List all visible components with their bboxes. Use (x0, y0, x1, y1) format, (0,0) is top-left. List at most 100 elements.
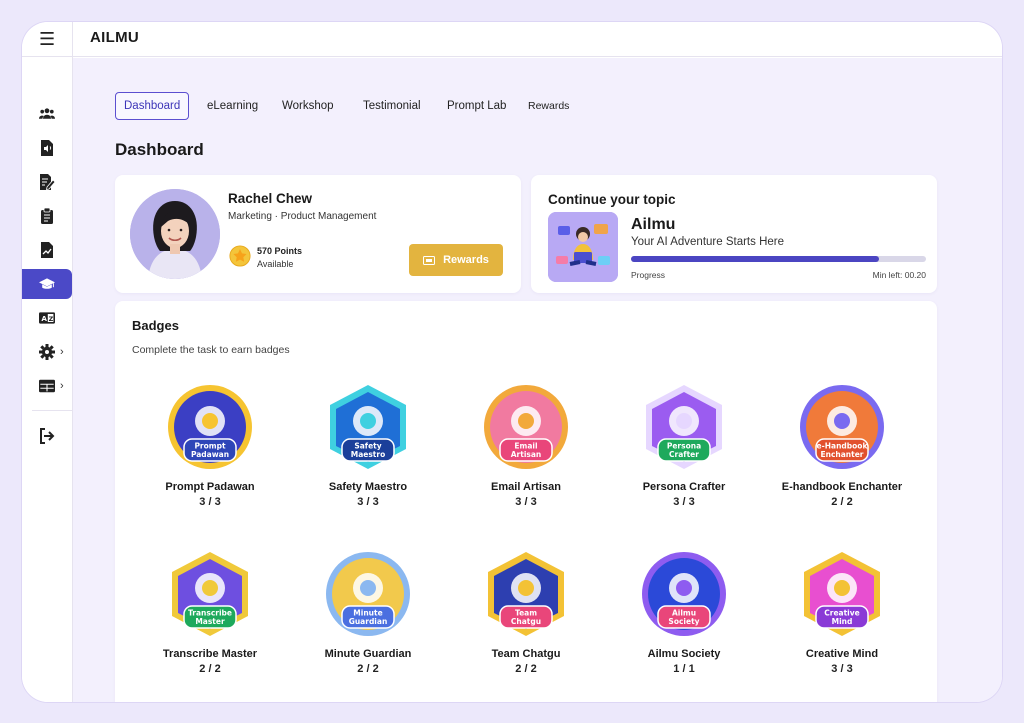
badge-transcribe-master[interactable]: Transcribe Master Transcribe Master 2 / 2 (135, 548, 285, 675)
badge-name: Ailmu Society (647, 648, 721, 660)
badge-emblem-icon: MinuteGuardian (326, 552, 410, 636)
main-content: Dashboard eLearning Workshop Testimonial… (73, 58, 1002, 702)
topic-name: Ailmu (631, 216, 676, 233)
badge-ribbon-line2: Society (668, 617, 699, 626)
svg-text:Z: Z (49, 315, 54, 323)
badge-emblem-icon: TranscribeMaster (172, 552, 248, 636)
sidebar: AZ › › (22, 57, 72, 702)
badge-ribbon-line2: Maestro (351, 450, 386, 459)
badge-ribbon-line2: Crafter (669, 450, 699, 459)
badge-email-artisan[interactable]: Email Artisan Email Artisan 3 / 3 (451, 381, 601, 508)
sidebar-item-settings[interactable]: › (22, 337, 72, 367)
badge-count: 3 / 3 (199, 496, 221, 508)
graduation-cap-icon (39, 278, 55, 289)
badge-emblem-icon: PromptPadawan (168, 385, 252, 469)
svg-text:A: A (41, 314, 47, 323)
ticket-icon (423, 255, 436, 265)
sidebar-item-logout[interactable] (22, 421, 72, 451)
points-label: Available (257, 259, 294, 269)
top-bar: ☰ AILMU (22, 22, 1002, 57)
profile-card: Rachel Chew Marketing · Product Manageme… (115, 175, 521, 293)
sidebar-item-audio-file[interactable] (22, 133, 72, 163)
badge-count: 2 / 2 (357, 663, 379, 675)
sidebar-separator (32, 410, 72, 411)
continue-topic-card: Continue your topic Ailmu Your AI Advent… (531, 175, 937, 293)
gear-icon (39, 344, 55, 360)
badge-emblem-icon: PersonaCrafter (646, 385, 722, 469)
app-title: AILMU (90, 29, 139, 46)
badge-name: Persona Crafter (642, 481, 726, 493)
badge-team-chatgu[interactable]: Team Chatgu Team Chatgu 2 / 2 (451, 548, 601, 675)
badge-count: 2 / 2 (515, 663, 537, 675)
badge-name: Safety Maestro (328, 481, 408, 493)
badge-e-handbook-enchanter[interactable]: e-Handbook Enchanter E-handbook Enchanter 2… (767, 381, 917, 508)
tab-dashboard[interactable]: Dashboard (115, 92, 190, 120)
badge-persona-crafter[interactable]: Persona Crafter Persona Crafter 3 / 3 (609, 381, 759, 508)
badge-ailmu-society[interactable]: Ailmu Society Ailmu Society 1 / 1 (609, 548, 759, 675)
chart-file-icon (41, 242, 53, 258)
progress-bar-fill (631, 256, 879, 262)
badge-count: 3 / 3 (673, 496, 695, 508)
table-icon (39, 379, 55, 393)
badge-emblem-icon: TeamChatgu (488, 552, 564, 636)
chevron-right-icon: › (60, 380, 64, 392)
time-remaining: Min left: 00.20 (872, 270, 926, 280)
translate-icon: AZ (39, 312, 55, 324)
badge-minute-guardian[interactable]: Minute Guardian Minute Guardian 2 / 2 (293, 548, 443, 675)
badge-ribbon-line2: Master (195, 617, 225, 626)
sidebar-item-clipboard[interactable] (22, 201, 72, 231)
badge-creative-mind[interactable]: Creative Mind Creative Mind 3 / 3 (767, 548, 917, 675)
badge-safety-maestro[interactable]: Safety Maestro Safety Maestro 3 / 3 (293, 381, 443, 508)
badge-emblem-icon: CreativeMind (804, 552, 880, 636)
sidebar-item-edit-file[interactable] (22, 167, 72, 197)
badge-count: 2 / 2 (199, 663, 221, 675)
badge-emblem-icon: EmailArtisan (484, 385, 568, 469)
avatar (130, 189, 220, 279)
tab-rewards[interactable]: Rewards (528, 92, 569, 120)
badge-count: 3 / 3 (515, 496, 537, 508)
badges-card: Badges Complete the task to earn badges … (115, 301, 937, 702)
badge-emblem-icon: e-HandbookEnchanter (800, 385, 884, 469)
app-window: ☰ AILMU AZ › › Dashboard eLearning Works… (22, 22, 1002, 702)
topic-thumbnail[interactable] (548, 212, 618, 282)
badge-ribbon-line2: Mind (832, 617, 853, 626)
points-value: 570 Points (257, 246, 303, 256)
badges-subtitle: Complete the task to earn badges (132, 344, 290, 356)
badges-title: Badges (132, 318, 179, 333)
badge-count: 2 / 2 (831, 496, 853, 508)
badge-ribbon-line2: Guardian (349, 617, 388, 626)
progress-label: Progress (631, 270, 666, 280)
badge-count: 3 / 3 (357, 496, 379, 508)
logout-icon (40, 428, 55, 444)
rewards-button-label: Rewards (443, 254, 489, 266)
badge-prompt-padawan[interactable]: Prompt Padawan Prompt Padawan 3 / 3 (135, 381, 285, 508)
users-icon (39, 108, 55, 119)
tab-testimonial[interactable]: Testimonial (363, 92, 421, 120)
badge-name: E-handbook Enchanter (781, 481, 903, 493)
progress-bar (631, 256, 926, 262)
badge-emblem-icon: AilmuSociety (642, 552, 726, 636)
sidebar-item-learning[interactable] (22, 269, 72, 299)
profile-role: Marketing · Product Management (228, 211, 377, 222)
tab-prompt-lab[interactable]: Prompt Lab (447, 92, 506, 120)
sidebar-item-users[interactable] (22, 99, 72, 129)
badge-name: Email Artisan (491, 481, 561, 493)
badge-name: Creative Mind (805, 648, 879, 660)
badge-ribbon-line2: Enchanter (820, 450, 863, 459)
tab-elearning[interactable]: eLearning (207, 92, 258, 120)
star-icon (229, 245, 251, 267)
rewards-button[interactable]: Rewards (409, 244, 503, 276)
clipboard-icon (41, 208, 53, 224)
tab-workshop[interactable]: Workshop (282, 92, 334, 120)
chevron-right-icon: › (60, 346, 64, 358)
hamburger-menu-icon[interactable]: ☰ (39, 30, 55, 48)
edit-file-icon (40, 174, 55, 190)
topic-heading: Continue your topic (548, 192, 676, 207)
sidebar-item-table[interactable]: › (22, 371, 72, 401)
sidebar-item-translate[interactable]: AZ (22, 303, 72, 333)
badge-count: 1 / 1 (673, 663, 695, 675)
sidebar-item-chart-file[interactable] (22, 235, 72, 265)
badge-ribbon-line2: Padawan (191, 450, 229, 459)
badge-emblem-icon: SafetyMaestro (330, 385, 406, 469)
badge-ribbon-line2: Chatgu (511, 617, 541, 626)
